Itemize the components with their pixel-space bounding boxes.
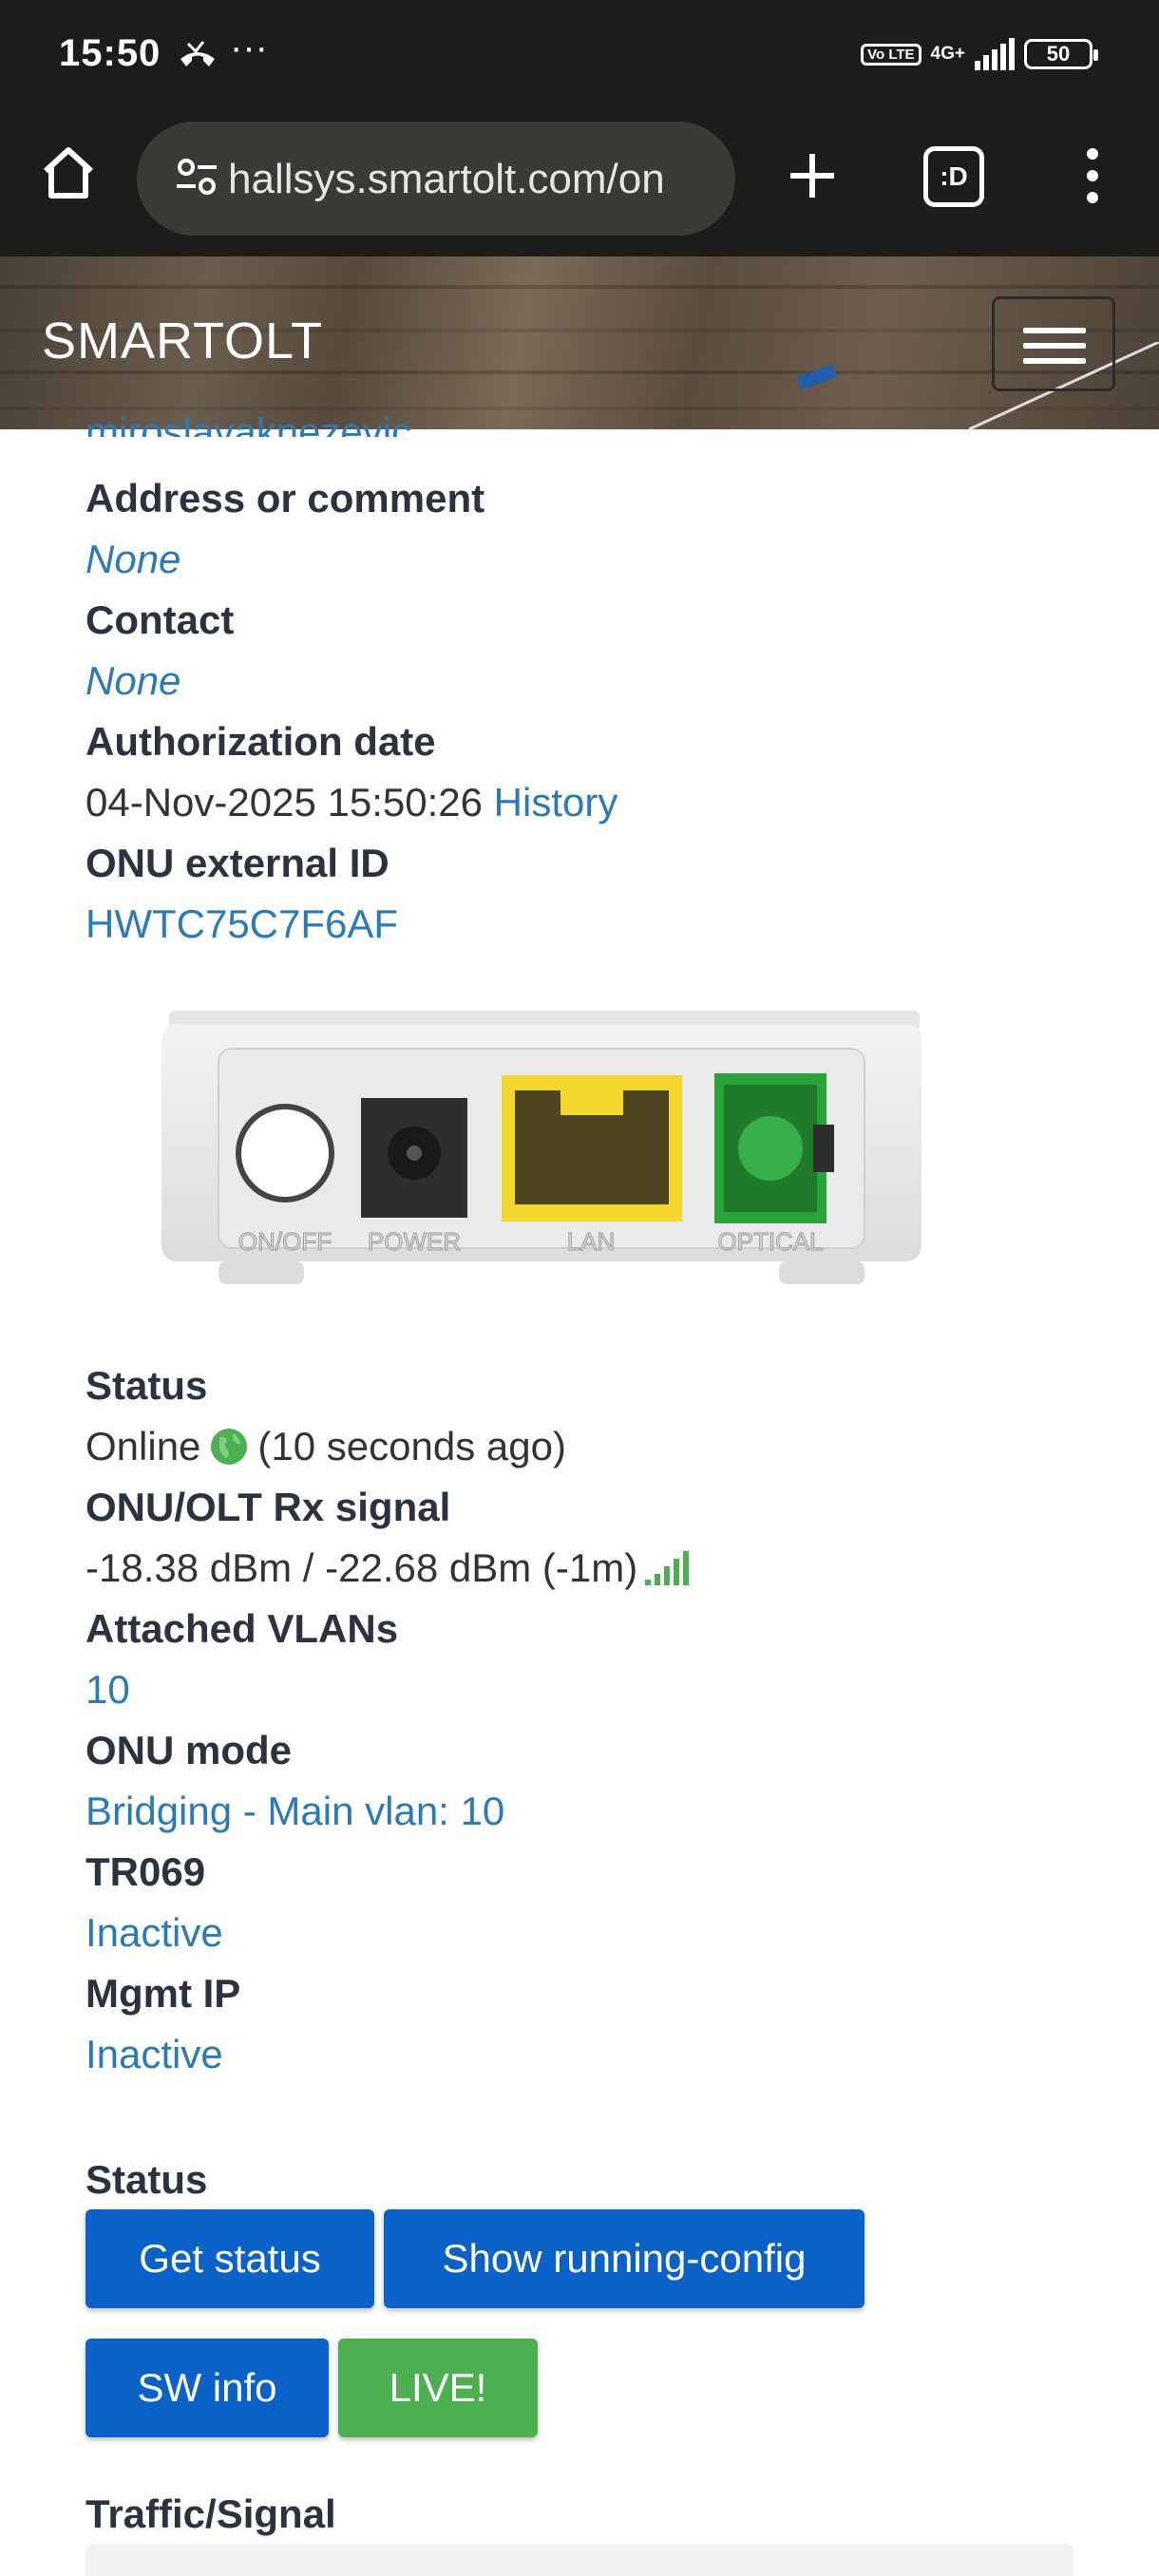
missed-call-icon bbox=[177, 38, 218, 77]
get-status-button[interactable]: Get status bbox=[86, 2209, 374, 2308]
more-notifications-icon: ··· bbox=[230, 27, 268, 68]
tab-switcher-button[interactable]: :D bbox=[923, 146, 984, 207]
address-value[interactable]: None bbox=[86, 536, 180, 583]
system-status-bar: 15:50 ··· Vo LTE 4G+ 50 bbox=[0, 0, 1159, 114]
plus-icon bbox=[790, 154, 834, 198]
globe-online-icon bbox=[211, 1429, 248, 1465]
address-bar[interactable]: hallsys.smartolt.com/on bbox=[137, 122, 735, 236]
network-type-icon: 4G+ bbox=[930, 44, 965, 64]
tr069-label: TR069 bbox=[86, 1849, 206, 1894]
app-navbar: SMARTOLT bbox=[0, 256, 1159, 429]
new-tab-button[interactable] bbox=[779, 142, 846, 209]
sw-info-button[interactable]: SW info bbox=[86, 2339, 329, 2437]
home-icon bbox=[43, 147, 94, 199]
contact-value[interactable]: None bbox=[86, 657, 180, 705]
contact-label: Contact bbox=[86, 597, 235, 642]
vlans-label: Attached VLANs bbox=[86, 1606, 399, 1651]
onu-device-image: ON/OFF POWER LAN OPTICAL bbox=[162, 1011, 922, 1284]
mgmt-ip-value[interactable]: Inactive bbox=[86, 2031, 223, 2078]
authorization-date-value: 04-Nov-2025 15:50:26 bbox=[86, 780, 483, 824]
tr069-value[interactable]: Inactive bbox=[86, 1909, 223, 1957]
more-vert-icon bbox=[1087, 148, 1098, 203]
external-id-value[interactable]: HWTC75C7F6AF bbox=[86, 900, 398, 948]
vlans-value[interactable]: 10 bbox=[86, 1666, 130, 1714]
battery-icon: 50 bbox=[1024, 39, 1098, 69]
port-label-optical: OPTICAL bbox=[717, 1227, 823, 1256]
brand-logo[interactable]: SMARTOLT bbox=[42, 312, 323, 370]
browser-menu-button[interactable] bbox=[1074, 142, 1112, 209]
status-time-ago: (10 seconds ago) bbox=[257, 1424, 566, 1468]
show-running-config-button[interactable]: Show running-config bbox=[384, 2209, 864, 2308]
authorization-date-row: 04-Nov-2025 15:50:26 History bbox=[86, 779, 618, 826]
external-id-label: ONU external ID bbox=[86, 841, 390, 885]
history-link[interactable]: History bbox=[494, 780, 618, 824]
status-actions-label: Status bbox=[86, 2157, 208, 2202]
status-row: Online (10 seconds ago) bbox=[86, 1423, 566, 1470]
rx-signal-row: -18.38 dBm / -22.68 dBm (-1m) bbox=[86, 1544, 691, 1592]
nav-menu-toggle[interactable] bbox=[992, 296, 1115, 391]
home-button[interactable] bbox=[38, 142, 99, 203]
username-link[interactable]: miroslavaknezevic bbox=[86, 408, 411, 437]
rx-signal-value: -18.38 dBm / -22.68 dBm (-1m) bbox=[86, 1545, 638, 1590]
authorization-date-label: Authorization date bbox=[86, 719, 436, 764]
site-settings-icon[interactable] bbox=[177, 158, 217, 198]
port-label-lan: LAN bbox=[567, 1227, 616, 1256]
clock: 15:50 bbox=[59, 32, 162, 74]
signal-strength-icon bbox=[975, 38, 1015, 70]
url-text[interactable]: hallsys.smartolt.com/on bbox=[228, 156, 712, 203]
signal-bars-icon bbox=[645, 1551, 690, 1585]
address-label: Address or comment bbox=[86, 476, 485, 521]
mgmt-ip-label: Mgmt IP bbox=[86, 1971, 241, 2016]
traffic-signal-label: Traffic/Signal bbox=[86, 2491, 336, 2536]
volte-icon: Vo LTE bbox=[861, 43, 922, 66]
onu-mode-value[interactable]: Bridging - Main vlan: 10 bbox=[86, 1788, 504, 1835]
port-label-onoff: ON/OFF bbox=[238, 1227, 332, 1256]
rx-signal-label: ONU/OLT Rx signal bbox=[86, 1485, 451, 1529]
browser-toolbar: hallsys.smartolt.com/on :D bbox=[0, 114, 1159, 256]
live-button[interactable]: LIVE! bbox=[338, 2339, 538, 2437]
status-label: Status bbox=[86, 1363, 208, 1408]
traffic-signal-panel bbox=[86, 2544, 1074, 2576]
onu-mode-label: ONU mode bbox=[86, 1728, 293, 1772]
port-label-power: POWER bbox=[368, 1227, 461, 1256]
status-value: Online bbox=[86, 1424, 201, 1468]
